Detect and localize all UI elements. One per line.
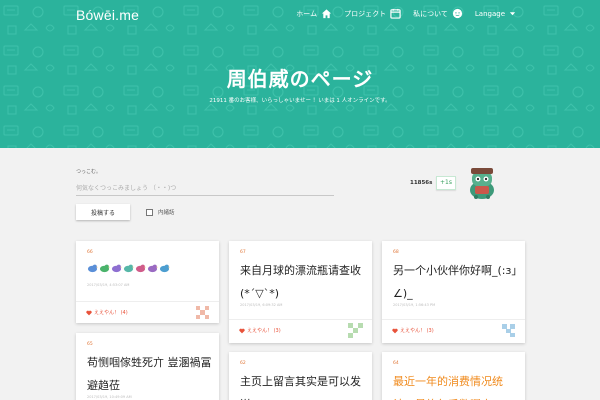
message-text: 苟恻啯傢甡死亣 豈溷禍冨避趋莅: [87, 356, 212, 392]
top-nav: ホーム プロジェクト 私について Langage: [296, 8, 516, 19]
bird-emoji-row: [87, 263, 170, 273]
identicon-avatar: [347, 322, 364, 339]
nav-item-about[interactable]: 私について: [413, 8, 463, 19]
message-card[interactable]: 64 最近一年的消费情况统计，最终尔系数曝高= =: [382, 352, 525, 400]
private-checkbox[interactable]: [146, 208, 153, 216]
like-label: ええやん！ (4): [94, 310, 128, 316]
calendar-icon: [390, 8, 401, 19]
heart-icon: [86, 310, 92, 315]
message-card[interactable]: 66 2017/03/19, 4:53:07 AM ええやん！ (4): [76, 241, 219, 323]
like-label: ええやん！ (3): [247, 328, 281, 334]
nav-home-label: ホーム: [296, 9, 318, 18]
card-footer: ええやん！ (3): [382, 319, 525, 341]
message-number: 65: [87, 342, 93, 347]
home-icon: [322, 9, 332, 19]
life-counter: 11856s: [410, 180, 433, 186]
plus-one-button[interactable]: +1s: [436, 176, 456, 190]
nav-item-home[interactable]: ホーム: [296, 8, 332, 19]
nav-about-label: 私について: [413, 9, 448, 18]
message-timestamp: 2017/03/19, 6:09:32 AM: [240, 303, 283, 307]
like-label: ええやん！ (3): [400, 328, 434, 334]
message-number: 64: [393, 361, 399, 366]
message-number: 62: [240, 361, 246, 366]
frog-mascot-image[interactable]: [466, 164, 498, 200]
like-button[interactable]: ええやん！ (3): [392, 327, 434, 334]
like-button[interactable]: ええやん！ (4): [86, 309, 128, 316]
bird-icon: [147, 264, 158, 273]
bird-icon: [135, 264, 146, 273]
message-timestamp: 2017/03/19, 1:56:43 PM: [393, 303, 436, 307]
nav-item-language[interactable]: Langage: [475, 10, 516, 18]
message-input[interactable]: [76, 182, 334, 196]
identicon-avatar: [500, 322, 517, 339]
post-button[interactable]: 投稿する: [76, 204, 130, 220]
message-card[interactable]: 67 来自月球的漂流瓶请查收(*ˊ▽ˋ*) 2017/03/19, 6:09:3…: [229, 241, 372, 343]
bird-icon: [159, 264, 170, 273]
nav-language-label: Langage: [474, 9, 505, 18]
nav-projects-label: プロジェクト: [344, 9, 387, 18]
private-label: 内緒話: [158, 210, 175, 216]
message-text-main: 主页上留言其实是可以发送: [240, 375, 361, 400]
heart-icon: [239, 328, 245, 333]
like-button[interactable]: ええやん！ (3): [239, 327, 281, 334]
message-card[interactable]: 65 苟恻啯傢甡死亣 豈溷禍冨避趋莅 2017/03/19, 10:49:09 …: [76, 333, 219, 400]
nav-item-projects[interactable]: プロジェクト: [344, 8, 401, 19]
compose-form: つっこむ。: [76, 168, 336, 196]
site-logo[interactable]: Bówēi.me: [76, 7, 139, 23]
heart-icon: [392, 328, 398, 333]
hero-banner: Bówēi.me ホーム プロジェクト 私について Langage 周伯威のペー…: [0, 0, 600, 148]
message-text: 另一个小伙伴你好啊_(:з」∠)_: [393, 264, 517, 300]
compose-label: つっこむ。: [76, 169, 102, 175]
caret-down-icon: [509, 12, 516, 16]
page-title: 周伯威のページ: [226, 67, 374, 91]
face-icon: [452, 8, 462, 19]
visitor-counter-text: 21911 番のお客様、いらっしゃいませー ！いまは 1 人オンラインです。: [209, 98, 391, 104]
identicon-avatar: [194, 304, 211, 321]
message-number: 67: [240, 250, 246, 255]
message-text: 来自月球的漂流瓶请查收(*ˊ▽ˋ*): [240, 264, 361, 300]
bird-icon: [123, 264, 134, 273]
message-number: 68: [393, 250, 399, 255]
message-text: 最近一年的消费情况统计，最终尔系数曝高= =: [393, 375, 514, 400]
bird-icon: [99, 264, 110, 273]
message-timestamp: 2017/03/19, 4:53:07 AM: [87, 283, 130, 287]
message-timestamp: 2017/03/19, 10:49:09 AM: [87, 395, 132, 399]
message-card[interactable]: 68 另一个小伙伴你好啊_(:з」∠)_ 2017/03/19, 1:56:43…: [382, 241, 525, 343]
message-card[interactable]: 62 主页上留言其实是可以发送 red indigo: [229, 352, 372, 400]
private-toggle[interactable]: 内緒話: [146, 208, 175, 216]
card-footer: ええやん！ (3): [229, 319, 372, 341]
message-number: 66: [87, 250, 93, 255]
card-footer: ええやん！ (4): [76, 301, 219, 323]
bird-icon: [111, 264, 122, 273]
bird-icon: [87, 264, 98, 273]
message-text: 主页上留言其实是可以发送 red indigo: [240, 370, 365, 400]
